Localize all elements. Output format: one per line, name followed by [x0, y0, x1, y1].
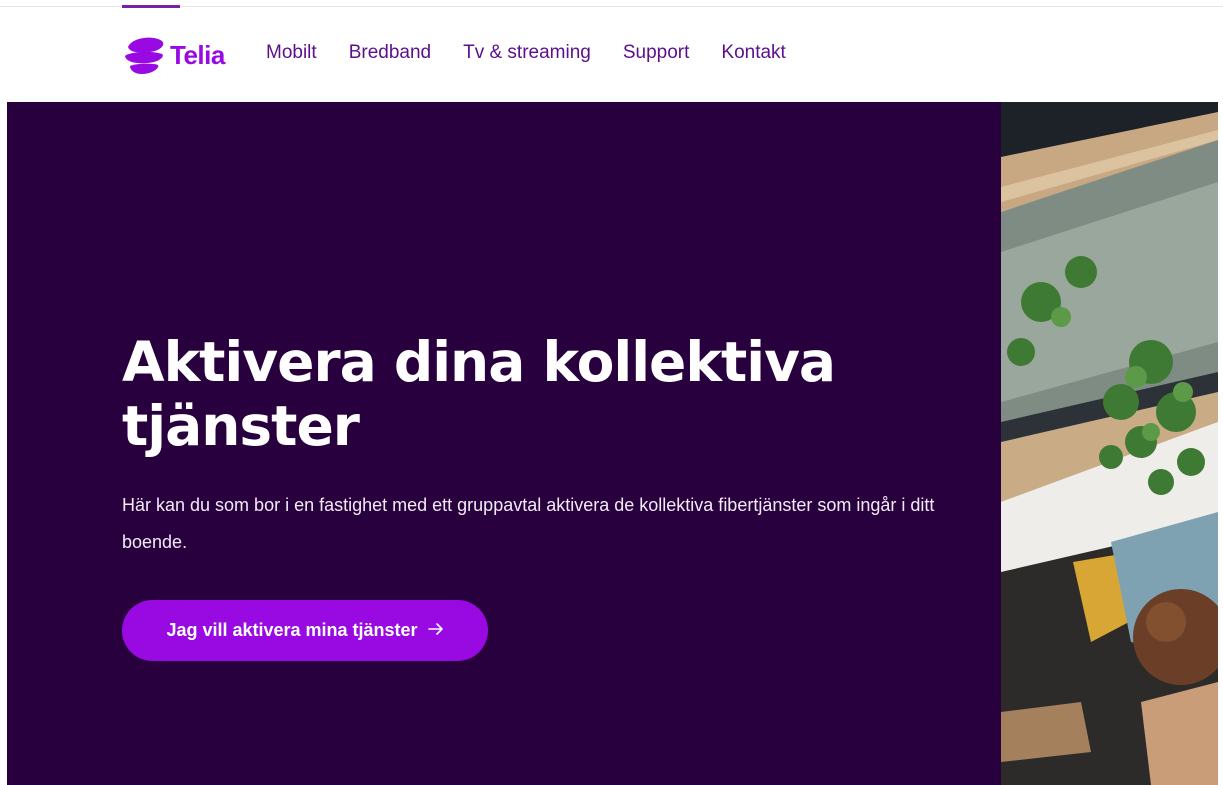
- nav-item-support[interactable]: Support: [623, 42, 690, 64]
- hero-title: Aktivera dina kollektiva tjänster: [122, 330, 836, 458]
- nav-item-kontakt[interactable]: Kontakt: [721, 42, 785, 64]
- arrow-right-icon: [427, 620, 444, 641]
- site-header: Telia Mobilt Bredband Tv & streaming Sup…: [0, 8, 1223, 102]
- nav-item-tv-streaming[interactable]: Tv & streaming: [463, 42, 591, 64]
- hero-section: Aktivera dina kollektiva tjänster Här ka…: [7, 102, 1001, 785]
- main-navigation: Mobilt Bredband Tv & streaming Support K…: [266, 42, 818, 64]
- hero-photo: [1001, 102, 1218, 785]
- telia-pebble-icon: [122, 33, 166, 77]
- activate-services-button[interactable]: Jag vill aktivera mina tjänster: [122, 600, 488, 661]
- top-divider: [0, 6, 1223, 7]
- page: Telia Mobilt Bredband Tv & streaming Sup…: [0, 0, 1223, 785]
- hero-description: Här kan du som bor i en fastighet med et…: [122, 495, 935, 552]
- activate-services-label: Jag vill aktivera mina tjänster: [166, 620, 418, 640]
- logo-wordmark: Telia: [170, 39, 225, 70]
- telia-logo[interactable]: Telia: [122, 33, 225, 77]
- nav-item-bredband[interactable]: Bredband: [349, 42, 431, 64]
- nav-item-mobilt[interactable]: Mobilt: [266, 42, 317, 64]
